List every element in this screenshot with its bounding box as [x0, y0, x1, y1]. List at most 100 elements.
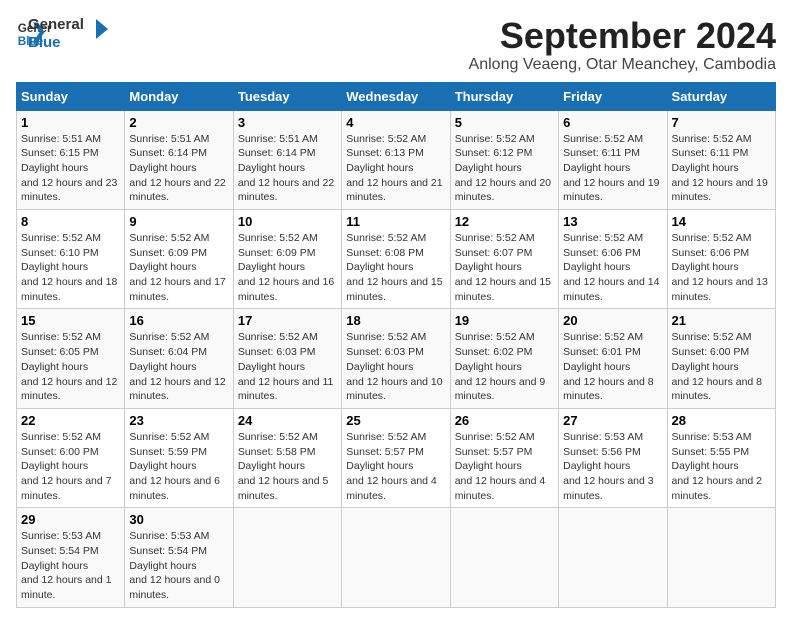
- calendar-week-row: 29Sunrise: 5:53 AMSunset: 5:54 PMDayligh…: [17, 508, 776, 607]
- calendar-cell: 20Sunrise: 5:52 AMSunset: 6:01 PMDayligh…: [559, 309, 667, 408]
- day-info: Sunrise: 5:52 AMSunset: 6:03 PMDaylight …: [238, 330, 337, 403]
- day-info: Sunrise: 5:52 AMSunset: 5:57 PMDaylight …: [455, 430, 554, 503]
- month-title: September 2024: [469, 16, 776, 56]
- day-number: 2: [129, 115, 228, 130]
- calendar-week-row: 15 Sunrise: 5:52 AMSunset: 6:05 PMDayligh…: [17, 309, 776, 408]
- day-number: 27: [563, 413, 662, 428]
- calendar-cell: 15 Sunrise: 5:52 AMSunset: 6:05 PMDayligh…: [17, 309, 125, 408]
- day-number: 30: [129, 512, 228, 527]
- day-info: Sunrise: 5:52 AMSunset: 6:09 PMDaylight …: [129, 231, 228, 304]
- day-info: Sunrise: 5:52 AMSunset: 6:05 PMDaylight …: [21, 330, 120, 403]
- day-info: Sunrise: 5:52 AMSunset: 6:06 PMDaylight …: [672, 231, 771, 304]
- day-number: 21: [672, 313, 771, 328]
- calendar-cell: 3 Sunrise: 5:51 AMSunset: 6:14 PMDaylight…: [233, 110, 341, 209]
- day-info: Sunrise: 5:52 AMSunset: 6:04 PMDaylight …: [129, 330, 228, 403]
- page-header: General Blue General Blue September 2024…: [16, 16, 776, 74]
- day-number: 14: [672, 214, 771, 229]
- day-number: 26: [455, 413, 554, 428]
- day-info: Sunrise: 5:53 AMSunset: 5:55 PMDaylight …: [672, 430, 771, 503]
- weekday-header: Saturday: [667, 82, 775, 110]
- day-number: 15: [21, 313, 120, 328]
- calendar-table: SundayMondayTuesdayWednesdayThursdayFrid…: [16, 82, 776, 608]
- day-number: 10: [238, 214, 337, 229]
- calendar-cell: 9 Sunrise: 5:52 AMSunset: 6:09 PMDaylight…: [125, 210, 233, 309]
- day-number: 12: [455, 214, 554, 229]
- calendar-cell: 14 Sunrise: 5:52 AMSunset: 6:06 PMDayligh…: [667, 210, 775, 309]
- weekday-header: Monday: [125, 82, 233, 110]
- day-info: Sunrise: 5:52 AMSunset: 5:59 PMDaylight …: [129, 430, 228, 503]
- day-number: 25: [346, 413, 445, 428]
- day-info: Sunrise: 5:52 AMSunset: 6:09 PMDaylight …: [238, 231, 337, 304]
- day-info: Sunrise: 5:52 AMSunset: 6:07 PMDaylight …: [455, 231, 554, 304]
- day-info: Sunrise: 5:52 AMSunset: 6:00 PMDaylight …: [672, 330, 771, 403]
- calendar-week-row: 22Sunrise: 5:52 AMSunset: 6:00 PMDayligh…: [17, 408, 776, 507]
- day-info: Sunrise: 5:52 AMSunset: 6:02 PMDaylight …: [455, 330, 554, 403]
- calendar-cell: 11 Sunrise: 5:52 AMSunset: 6:08 PMDayligh…: [342, 210, 450, 309]
- calendar-cell: 16 Sunrise: 5:52 AMSunset: 6:04 PMDayligh…: [125, 309, 233, 408]
- logo: General Blue General Blue: [16, 16, 112, 52]
- day-info: Sunrise: 5:52 AMSunset: 6:12 PMDaylight …: [455, 132, 554, 205]
- calendar-cell: [559, 508, 667, 607]
- location-subtitle: Anlong Veaeng, Otar Meanchey, Cambodia: [469, 56, 776, 74]
- calendar-cell: 4 Sunrise: 5:52 AMSunset: 6:13 PMDaylight…: [342, 110, 450, 209]
- calendar-cell: 30Sunrise: 5:53 AMSunset: 5:54 PMDayligh…: [125, 508, 233, 607]
- day-info: Sunrise: 5:51 AMSunset: 6:14 PMDaylight …: [238, 132, 337, 205]
- day-info: Sunrise: 5:52 AMSunset: 5:57 PMDaylight …: [346, 430, 445, 503]
- day-info: Sunrise: 5:53 AMSunset: 5:56 PMDaylight …: [563, 430, 662, 503]
- day-number: 19: [455, 313, 554, 328]
- day-info: Sunrise: 5:52 AMSunset: 6:06 PMDaylight …: [563, 231, 662, 304]
- day-number: 1: [21, 115, 120, 130]
- calendar-cell: 24 Sunrise: 5:52 AMSunset: 5:58 PMDayligh…: [233, 408, 341, 507]
- calendar-cell: 26 Sunrise: 5:52 AMSunset: 5:57 PMDayligh…: [450, 408, 558, 507]
- calendar-week-row: 1Sunrise: 5:51 AMSunset: 6:15 PMDaylight…: [17, 110, 776, 209]
- calendar-cell: 13Sunrise: 5:52 AMSunset: 6:06 PMDayligh…: [559, 210, 667, 309]
- calendar-cell: 22Sunrise: 5:52 AMSunset: 6:00 PMDayligh…: [17, 408, 125, 507]
- day-info: Sunrise: 5:51 AMSunset: 6:14 PMDaylight …: [129, 132, 228, 205]
- day-number: 17: [238, 313, 337, 328]
- day-number: 3: [238, 115, 337, 130]
- calendar-cell: 29Sunrise: 5:53 AMSunset: 5:54 PMDayligh…: [17, 508, 125, 607]
- weekday-header: Sunday: [17, 82, 125, 110]
- day-info: Sunrise: 5:52 AMSunset: 6:03 PMDaylight …: [346, 330, 445, 403]
- day-info: Sunrise: 5:52 AMSunset: 6:01 PMDaylight …: [563, 330, 662, 403]
- title-block: September 2024 Anlong Veaeng, Otar Meanc…: [469, 16, 776, 74]
- calendar-cell: 21 Sunrise: 5:52 AMSunset: 6:00 PMDayligh…: [667, 309, 775, 408]
- day-number: 7: [672, 115, 771, 130]
- calendar-header-row: SundayMondayTuesdayWednesdayThursdayFrid…: [17, 82, 776, 110]
- day-info: Sunrise: 5:52 AMSunset: 6:13 PMDaylight …: [346, 132, 445, 205]
- day-number: 5: [455, 115, 554, 130]
- calendar-cell: 23 Sunrise: 5:52 AMSunset: 5:59 PMDayligh…: [125, 408, 233, 507]
- calendar-cell: 2 Sunrise: 5:51 AMSunset: 6:14 PMDaylight…: [125, 110, 233, 209]
- calendar-cell: [233, 508, 341, 607]
- calendar-cell: 5 Sunrise: 5:52 AMSunset: 6:12 PMDaylight…: [450, 110, 558, 209]
- logo-arrow-icon: [84, 15, 112, 43]
- logo-blue: Blue: [28, 34, 84, 52]
- day-number: 4: [346, 115, 445, 130]
- weekday-header: Tuesday: [233, 82, 341, 110]
- day-number: 29: [21, 512, 120, 527]
- day-number: 23: [129, 413, 228, 428]
- day-number: 11: [346, 214, 445, 229]
- day-number: 24: [238, 413, 337, 428]
- day-info: Sunrise: 5:52 AMSunset: 6:11 PMDaylight …: [563, 132, 662, 205]
- day-number: 22: [21, 413, 120, 428]
- day-number: 18: [346, 313, 445, 328]
- day-info: Sunrise: 5:52 AMSunset: 6:08 PMDaylight …: [346, 231, 445, 304]
- day-number: 16: [129, 313, 228, 328]
- day-info: Sunrise: 5:52 AMSunset: 6:11 PMDaylight …: [672, 132, 771, 205]
- calendar-cell: 28 Sunrise: 5:53 AMSunset: 5:55 PMDayligh…: [667, 408, 775, 507]
- day-number: 28: [672, 413, 771, 428]
- day-info: Sunrise: 5:52 AMSunset: 6:10 PMDaylight …: [21, 231, 120, 304]
- calendar-cell: 19 Sunrise: 5:52 AMSunset: 6:02 PMDayligh…: [450, 309, 558, 408]
- day-info: Sunrise: 5:52 AMSunset: 5:58 PMDaylight …: [238, 430, 337, 503]
- calendar-cell: [450, 508, 558, 607]
- calendar-cell: 7 Sunrise: 5:52 AMSunset: 6:11 PMDaylight…: [667, 110, 775, 209]
- calendar-cell: 25 Sunrise: 5:52 AMSunset: 5:57 PMDayligh…: [342, 408, 450, 507]
- calendar-cell: 18 Sunrise: 5:52 AMSunset: 6:03 PMDayligh…: [342, 309, 450, 408]
- calendar-cell: 17 Sunrise: 5:52 AMSunset: 6:03 PMDayligh…: [233, 309, 341, 408]
- day-number: 9: [129, 214, 228, 229]
- calendar-cell: 8Sunrise: 5:52 AMSunset: 6:10 PMDaylight…: [17, 210, 125, 309]
- day-number: 6: [563, 115, 662, 130]
- weekday-header: Thursday: [450, 82, 558, 110]
- calendar-cell: 10 Sunrise: 5:52 AMSunset: 6:09 PMDayligh…: [233, 210, 341, 309]
